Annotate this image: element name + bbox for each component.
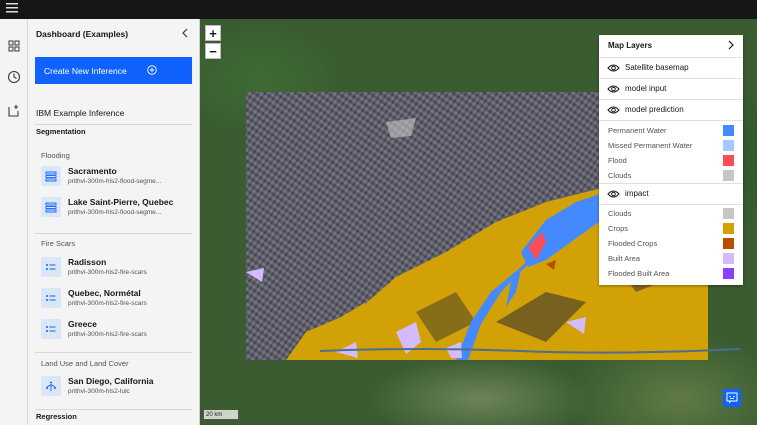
flooding-group-label: Flooding xyxy=(41,151,70,160)
layer-toggle-impact[interactable]: impact xyxy=(599,183,743,203)
legend-swatch xyxy=(723,155,734,166)
land-use-group-label: Land Use and Land Cover xyxy=(41,359,129,368)
layer-label: Satellite basemap xyxy=(625,63,689,72)
icon-rail xyxy=(0,19,28,425)
dashboard-panel: Dashboard (Examples) Create New Inferenc… xyxy=(28,19,200,425)
segmentation-heading: Segmentation xyxy=(36,127,86,136)
chat-bot-icon xyxy=(726,392,738,404)
list-item-radisson[interactable]: Radisson prithvi-300m-hls2-fire-scars xyxy=(40,254,190,282)
legend-label: Crops xyxy=(608,224,629,233)
zoom-out-button[interactable]: − xyxy=(205,43,221,59)
chevron-right-icon[interactable] xyxy=(727,40,735,50)
layer-label: model input xyxy=(625,84,667,93)
map-scale-bar: 20 km xyxy=(203,410,239,420)
item-name: San Diego, California xyxy=(68,376,154,386)
map-layers-panel: Map Layers Satellite basemap model input xyxy=(599,35,743,285)
legend-label: Built Area xyxy=(608,254,641,263)
legend-item-built-area: Built Area xyxy=(599,251,743,266)
history-clock-icon[interactable] xyxy=(7,70,21,84)
top-bar xyxy=(0,0,757,19)
add-circle-icon xyxy=(147,65,157,75)
divider xyxy=(35,409,192,410)
layer-toggle-satellite-basemap[interactable]: Satellite basemap xyxy=(599,57,743,77)
item-name: Quebec, Normétal xyxy=(68,288,141,298)
divider xyxy=(599,204,743,205)
chat-assistant-button[interactable] xyxy=(723,389,741,407)
map-layers-title: Map Layers xyxy=(608,41,653,50)
fire-scars-model-icon xyxy=(41,257,61,277)
item-name: Radisson xyxy=(68,257,107,267)
flood-model-icon xyxy=(41,166,61,186)
legend-label: Permanent Water xyxy=(608,126,667,135)
legend-item-flooded-crops: Flooded Crops xyxy=(599,236,743,251)
create-new-inference-button[interactable]: Create New Inference xyxy=(35,57,192,84)
dashboard-icon[interactable] xyxy=(7,39,21,53)
layer-label: model prediction xyxy=(625,105,684,114)
fire-scars-model-icon xyxy=(41,319,61,339)
lulc-model-icon xyxy=(41,376,61,396)
list-item-sacramento[interactable]: Sacramento prithvi-300m-hls2-flood-segme… xyxy=(40,163,190,191)
eye-icon[interactable] xyxy=(607,189,620,199)
legend-item-missed-permanent-water: Missed Permanent Water xyxy=(599,138,743,153)
legend-swatch xyxy=(723,208,734,219)
zoom-in-button[interactable]: + xyxy=(205,25,221,41)
legend-item-flooded-built-area: Flooded Built Area xyxy=(599,266,743,281)
chevron-left-icon[interactable] xyxy=(181,28,189,38)
legend-swatch xyxy=(723,268,734,279)
legend-label: Flooded Crops xyxy=(608,239,658,248)
layer-label: impact xyxy=(625,189,649,198)
panel-title: Dashboard (Examples) xyxy=(36,29,129,39)
item-name: Sacramento xyxy=(68,166,117,176)
legend-label: Clouds xyxy=(608,209,632,218)
fire-scars-model-icon xyxy=(41,288,61,308)
list-item-san-diego[interactable]: San Diego, California prithvi-300m-hls2-… xyxy=(40,373,190,401)
list-item-quebec-normetal[interactable]: Quebec, Normétal prithvi-300m-hls2-fire-… xyxy=(40,285,190,313)
river-basemap xyxy=(320,348,740,354)
hamburger-menu-icon[interactable] xyxy=(6,3,18,13)
legend-item-clouds: Clouds xyxy=(599,168,743,183)
eye-icon[interactable] xyxy=(607,105,620,115)
legend-item-crops: Crops xyxy=(599,221,743,236)
divider xyxy=(35,352,192,353)
divider xyxy=(599,120,743,121)
legend-swatch xyxy=(723,253,734,264)
item-model: prithvi-300m-hls2-flood-segme... xyxy=(68,209,162,216)
legend-swatch xyxy=(723,125,734,136)
divider xyxy=(35,124,192,125)
list-item-greece[interactable]: Greece prithvi-300m-hls2-fire-scars xyxy=(40,316,190,344)
item-name: Lake Saint-Pierre, Quebec xyxy=(68,197,174,207)
item-model: prithvi-300m-hls2-flood-segme... xyxy=(68,178,162,185)
item-model: prithvi-300m-hls2-lulc xyxy=(68,388,130,395)
legend-swatch xyxy=(723,140,734,151)
legend-item-flood: Flood xyxy=(599,153,743,168)
add-document-icon[interactable] xyxy=(7,104,21,118)
regression-heading: Regression xyxy=(36,412,77,421)
item-model: prithvi-300m-hls2-fire-scars xyxy=(68,269,147,276)
eye-icon[interactable] xyxy=(607,63,620,73)
item-model: prithvi-300m-hls2-fire-scars xyxy=(68,331,147,338)
divider xyxy=(35,233,192,234)
fire-scars-group-label: Fire Scars xyxy=(41,239,76,248)
item-name: Greece xyxy=(68,319,97,329)
item-model: prithvi-300m-hls2-fire-scars xyxy=(68,300,147,307)
eye-icon[interactable] xyxy=(607,84,620,94)
list-item-lake-saint-pierre[interactable]: Lake Saint-Pierre, Quebec prithvi-300m-h… xyxy=(40,194,190,222)
layer-toggle-model-prediction[interactable]: model prediction xyxy=(599,99,743,119)
map-layers-header[interactable]: Map Layers xyxy=(599,35,743,57)
legend-item-permanent-water: Permanent Water xyxy=(599,123,743,138)
flood-model-icon xyxy=(41,197,61,217)
create-button-label: Create New Inference xyxy=(44,65,127,76)
legend-item-impact-clouds: Clouds xyxy=(599,206,743,221)
legend-label: Flood xyxy=(608,156,627,165)
legend-swatch xyxy=(723,170,734,181)
legend-label: Missed Permanent Water xyxy=(608,141,693,150)
legend-label: Flooded Built Area xyxy=(608,269,670,278)
inference-label: IBM Example Inference xyxy=(36,108,125,118)
legend-label: Clouds xyxy=(608,171,632,180)
map-view[interactable]: + − Map Layers Satellite basemap model i… xyxy=(200,19,757,425)
legend-swatch xyxy=(723,223,734,234)
layer-toggle-model-input[interactable]: model input xyxy=(599,78,743,98)
legend-swatch xyxy=(723,238,734,249)
